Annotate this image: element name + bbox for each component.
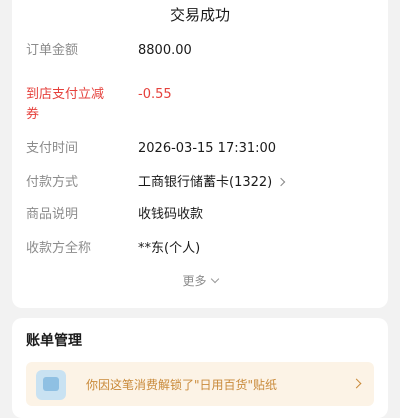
- transaction-detail-card: 交易成功 订单金额 8800.00 到店支付立减 券 -0.55 支付时间 20…: [12, 0, 388, 308]
- discount-label-line1: 到店支付立减: [26, 87, 105, 102]
- payee-value: **东(个人): [138, 241, 201, 256]
- payment-method-text: 工商银行储蓄卡(1322): [138, 175, 273, 190]
- bill-management-title: 账单管理: [26, 333, 82, 349]
- more-button[interactable]: 更多: [12, 272, 388, 289]
- payment-method-label: 付款方式: [26, 175, 79, 190]
- bill-management-card: 账单管理 你因这笔消费解锁了"日用百货"贴纸: [12, 318, 388, 418]
- order-amount-label: 订单金额: [26, 43, 79, 58]
- payee-label: 收款方全称: [26, 241, 92, 256]
- sticker-banner-text: 你因这笔消费解锁了"日用百货"贴纸: [86, 378, 278, 392]
- more-label: 更多: [182, 274, 207, 288]
- pay-time-value: 2026-03-15 17:31:00: [138, 141, 277, 156]
- product-desc-value: 收钱码收款: [138, 207, 204, 222]
- chevron-down-icon: [210, 274, 219, 284]
- status-title: 交易成功: [169, 6, 230, 24]
- pay-time-label: 支付时间: [26, 141, 79, 156]
- chevron-right-icon: [351, 378, 362, 389]
- discount-value: -0.55: [138, 87, 172, 102]
- payment-method-value[interactable]: 工商银行储蓄卡(1322): [138, 172, 286, 194]
- chevron-right-icon: [276, 177, 286, 187]
- sticker-banner[interactable]: 你因这笔消费解锁了"日用百货"贴纸: [26, 362, 374, 406]
- discount-label-line2: 券: [26, 107, 40, 122]
- order-amount-value: 8800.00: [138, 43, 192, 58]
- product-desc-label: 商品说明: [26, 207, 79, 222]
- sticker-icon: [36, 370, 66, 400]
